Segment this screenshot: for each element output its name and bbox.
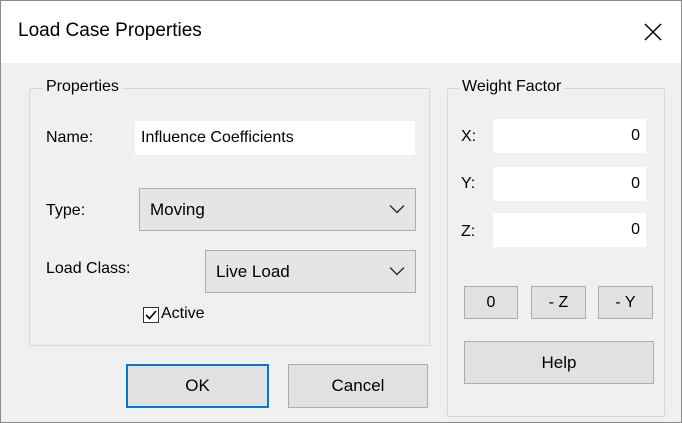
load-class-label: Load Class: <box>46 260 131 277</box>
active-checkbox[interactable] <box>143 307 159 323</box>
type-label: Type: <box>46 202 86 219</box>
x-label: X: <box>461 128 477 145</box>
zero-weight-button[interactable]: 0 <box>464 286 518 319</box>
type-select[interactable]: Moving <box>139 188 416 231</box>
z-weight-field[interactable]: 0 <box>493 213 646 247</box>
z-label: Z: <box>461 223 476 240</box>
close-icon <box>644 23 662 41</box>
ok-button[interactable]: OK <box>126 364 269 408</box>
weight-factor-group-label: Weight Factor <box>459 78 565 96</box>
name-label: Name: <box>46 129 94 146</box>
load-class-select[interactable]: Live Load <box>205 250 416 293</box>
dialog-title: Load Case Properties <box>18 20 202 41</box>
type-select-value: Moving <box>150 199 205 219</box>
name-field[interactable]: Influence Coefficients <box>135 121 415 155</box>
active-label[interactable]: Active <box>161 305 205 323</box>
help-button[interactable]: Help <box>464 341 654 384</box>
minus-y-button[interactable]: - Y <box>598 286 653 319</box>
load-case-properties-dialog: Load Case Properties Properties Name: In… <box>0 0 682 423</box>
y-label: Y: <box>461 175 476 192</box>
title-bar: Load Case Properties <box>1 1 681 63</box>
load-class-select-value: Live Load <box>216 261 290 281</box>
close-button[interactable] <box>625 1 681 63</box>
x-weight-field[interactable]: 0 <box>493 119 646 153</box>
cancel-button[interactable]: Cancel <box>288 364 428 408</box>
check-icon <box>145 310 157 320</box>
minus-z-button[interactable]: - Z <box>531 286 586 319</box>
chevron-down-icon <box>389 266 405 276</box>
properties-group-label: Properties <box>43 78 122 96</box>
y-weight-field[interactable]: 0 <box>493 167 646 201</box>
chevron-down-icon <box>389 204 405 214</box>
